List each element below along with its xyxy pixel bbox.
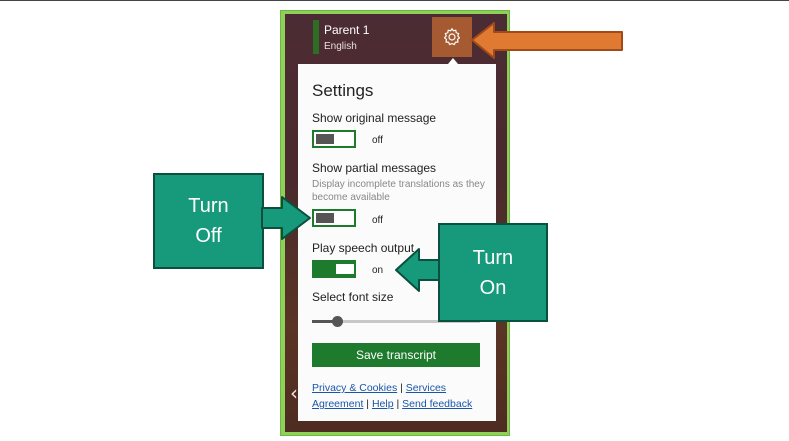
show-partial-label: Show partial messages [312, 161, 437, 175]
slider-thumb[interactable] [332, 316, 343, 327]
user-name: Parent 1 [324, 23, 370, 37]
chevron-left-icon[interactable]: ‹ [290, 381, 298, 405]
link-separator: | [396, 398, 400, 410]
show-original-state: off [372, 135, 383, 146]
turn-on-line2: On [479, 276, 507, 299]
turn-on-line1: Turn [472, 246, 514, 269]
turn-off-arrow [261, 196, 311, 240]
settings-title: Settings [312, 81, 374, 100]
orange-arrow-annotation [471, 22, 623, 59]
show-partial-state: off [372, 215, 383, 226]
send-feedback-link[interactable]: Send feedback [402, 398, 472, 410]
link-separator: | [400, 382, 403, 394]
show-original-toggle[interactable] [312, 130, 356, 148]
presence-indicator [313, 20, 319, 54]
privacy-link[interactable]: Privacy & Cookies [312, 382, 397, 394]
show-partial-toggle[interactable] [312, 209, 356, 227]
show-original-label: Show original message [312, 111, 437, 125]
user-language: English [324, 41, 357, 52]
turn-on-callout: Turn On [438, 223, 548, 322]
play-speech-toggle[interactable] [312, 260, 356, 278]
turn-off-callout: Turn Off [153, 173, 264, 269]
help-link[interactable]: Help [372, 398, 394, 410]
font-size-label: Select font size [312, 290, 394, 304]
show-partial-description: Display incomplete translations as they … [312, 179, 485, 203]
gear-icon [443, 28, 461, 46]
turn-off-line2: Off [195, 225, 222, 247]
settings-button[interactable] [432, 17, 472, 57]
save-transcript-button[interactable]: Save transcript [312, 343, 480, 367]
top-divider [0, 0, 789, 1]
footer-links: Privacy & Cookies | Services Agreement |… [312, 380, 496, 412]
turn-off-line1: Turn [188, 195, 229, 217]
turn-on-arrow [395, 248, 443, 292]
link-separator: | [366, 398, 370, 410]
play-speech-state: on [372, 265, 384, 276]
